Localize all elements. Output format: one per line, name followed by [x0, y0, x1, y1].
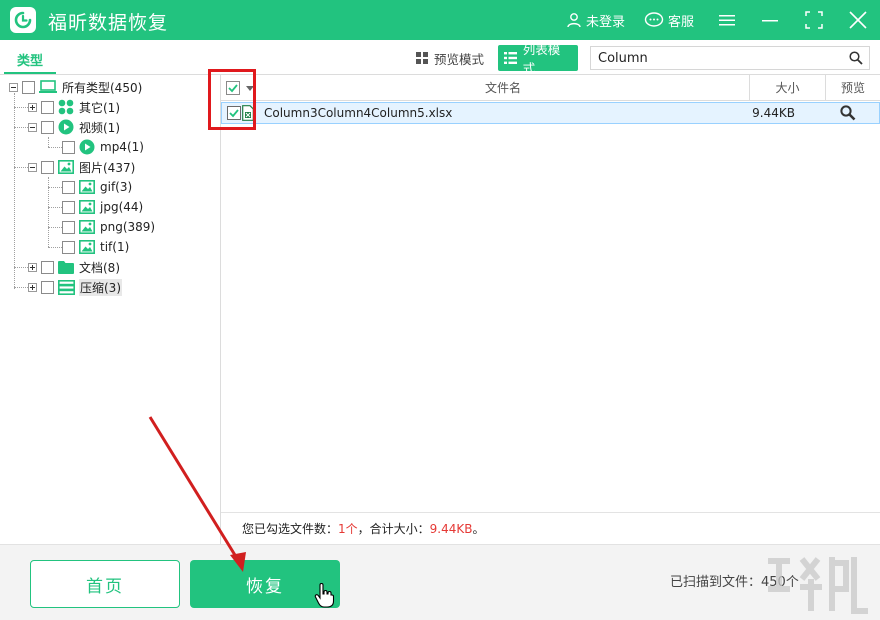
cursor-hand-icon: [314, 583, 335, 608]
annotation-arrow: [148, 416, 246, 572]
